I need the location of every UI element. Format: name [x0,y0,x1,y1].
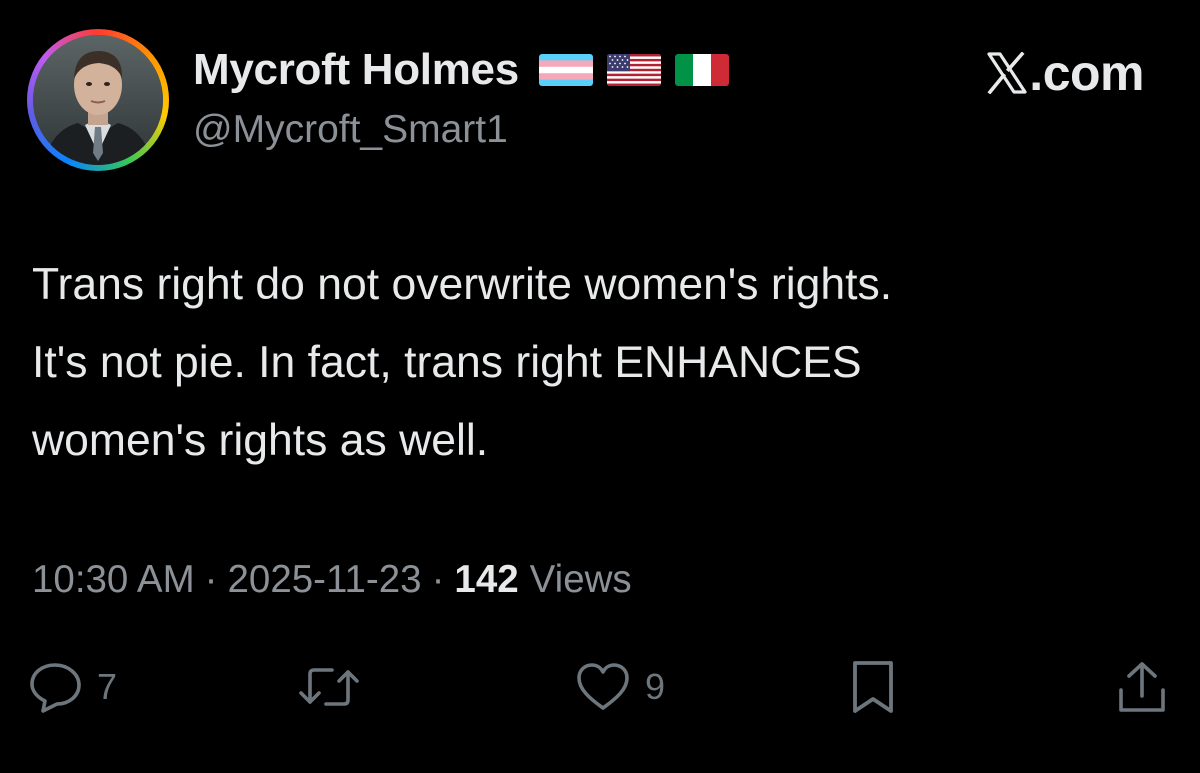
avatar-photo [33,35,163,165]
reply-button[interactable]: 7 [29,657,117,717]
share-button[interactable] [1117,657,1167,717]
site-domain-label: .com [1029,45,1144,101]
reply-count: 7 [97,666,118,707]
tweet-text-line: It's not pie. In fact, trans right ENHAN… [32,338,862,387]
bookmark-icon [849,659,897,715]
tweet-date[interactable]: 2025-11-23 [228,558,422,602]
views-count: 142 [454,558,519,601]
retweet-button[interactable] [298,657,360,717]
like-button[interactable]: 9 [575,657,665,717]
meta-separator: · [204,558,218,601]
bookmark-button[interactable] [849,657,897,717]
tweet-text-line: women's rights as well. [32,416,489,465]
transgender-flag-icon [538,54,593,86]
views-label[interactable]: Views [530,558,632,602]
usa-flag-icon [606,54,661,86]
tweet-meta: 10:30 AM · 2025-11-23 · 142 Views [32,558,632,602]
italy-flag-icon [674,54,729,86]
retweet-icon [298,662,360,712]
avatar[interactable] [27,29,169,171]
author-display-name[interactable]: Mycroft Holmes [193,45,519,95]
author-handle[interactable]: @Mycroft_Smart1 [193,108,508,152]
meta-separator: · [431,558,445,601]
tweet-body: Trans right do not overwrite women's rig… [32,246,1152,480]
author-name-row[interactable]: Mycroft Holmes [193,45,743,95]
site-watermark: .com [987,44,1144,102]
like-count: 9 [645,666,666,707]
reply-icon [29,661,83,713]
heart-icon [575,662,631,712]
tweet-time[interactable]: 10:30 AM [32,558,195,602]
share-icon [1117,660,1167,714]
x-logo-icon [987,52,1027,94]
tweet-text-line: Trans right do not overwrite women's rig… [32,260,893,309]
author-flags [538,54,743,86]
